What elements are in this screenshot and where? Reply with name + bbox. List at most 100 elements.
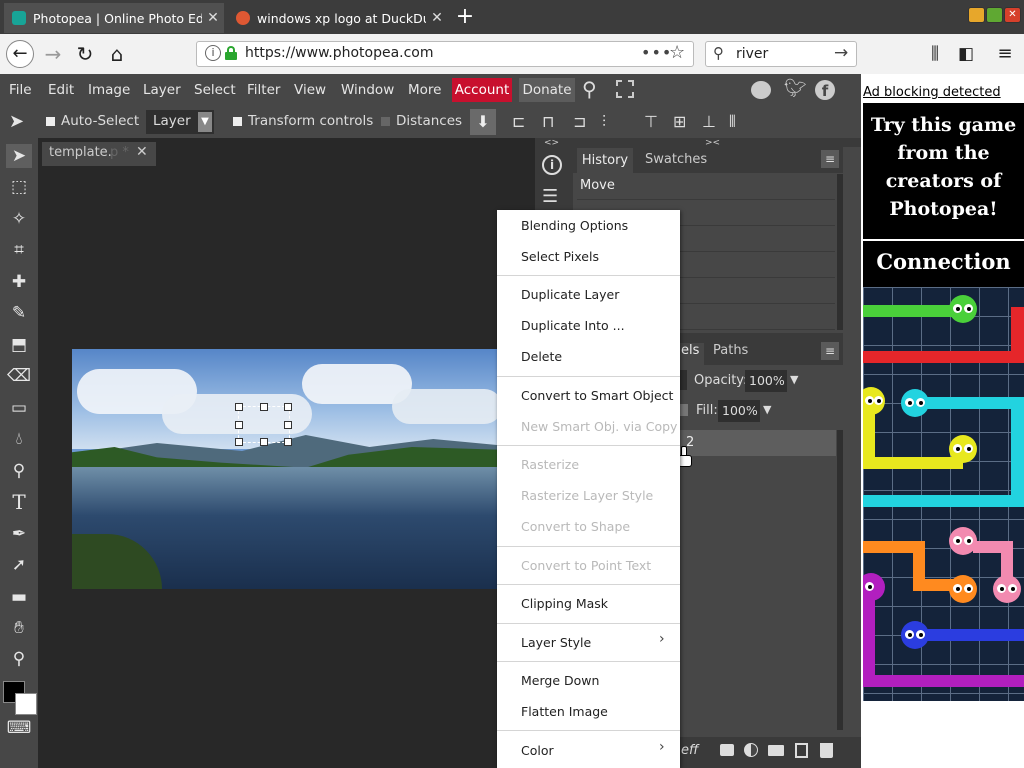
ctx-convert-smart-object[interactable]: Convert to Smart Object: [521, 386, 673, 406]
align-left-icon[interactable]: ⊏: [512, 112, 525, 131]
distribute-horizontal-icon[interactable]: ⫴: [729, 112, 736, 132]
distances-checkbox[interactable]: [381, 117, 390, 126]
bookmark-star-icon[interactable]: ☆: [669, 42, 685, 63]
tab-history[interactable]: History: [577, 148, 633, 173]
transform-controls-checkbox[interactable]: [233, 117, 242, 126]
auto-select-checkbox[interactable]: [46, 117, 55, 126]
panel-menu-icon[interactable]: ≡: [821, 150, 839, 168]
layer-mask-icon[interactable]: [720, 744, 734, 756]
ctx-select-pixels[interactable]: Select Pixels: [521, 247, 599, 267]
distribute-icon[interactable]: ⫶: [602, 112, 606, 132]
twitter-icon[interactable]: 🐦︎: [784, 78, 807, 99]
crop-tool-icon[interactable]: ⌗: [6, 238, 32, 262]
adjustments-icon[interactable]: ☰: [542, 186, 558, 207]
menu-filter[interactable]: Filter: [247, 80, 280, 100]
align-right-icon[interactable]: ⊐: [573, 112, 586, 131]
fill-input[interactable]: 100%: [718, 400, 760, 422]
background-color-swatch[interactable]: [15, 693, 37, 715]
hamburger-menu-icon[interactable]: ≡: [992, 42, 1018, 66]
history-item[interactable]: Move: [577, 174, 835, 200]
opacity-input[interactable]: 100%: [745, 370, 787, 392]
minimize-window-icon[interactable]: [968, 7, 985, 23]
forward-arrow-icon[interactable]: →: [40, 42, 66, 66]
eraser-tool-icon[interactable]: ⌫: [6, 364, 32, 388]
search-input[interactable]: river: [736, 46, 768, 62]
info-panel-icon[interactable]: i: [542, 155, 562, 175]
close-tab-icon[interactable]: ✕: [426, 10, 448, 26]
search-go-arrow-icon[interactable]: →: [834, 43, 848, 63]
fullscreen-icon[interactable]: [616, 80, 634, 98]
stamp-tool-icon[interactable]: ⬒: [6, 333, 32, 357]
close-tab-icon[interactable]: ✕: [202, 10, 224, 26]
document-tab[interactable]: template. p * ✕: [42, 142, 156, 166]
transform-handle[interactable]: [284, 421, 292, 429]
ctx-duplicate-into[interactable]: Duplicate Into ...: [521, 316, 625, 336]
address-bar[interactable]: i https://www.photopea.com ••• ☆: [196, 41, 694, 67]
collapse-arrows-icon[interactable]: <>: [544, 138, 559, 148]
hand-tool-icon[interactable]: ✋︎: [6, 616, 32, 640]
reload-icon[interactable]: ↻: [72, 42, 98, 66]
fill-chevron-icon[interactable]: ▼: [763, 403, 771, 416]
donate-button[interactable]: Donate: [519, 78, 575, 102]
river-image-layer[interactable]: [72, 349, 497, 589]
maximize-window-icon[interactable]: [986, 7, 1003, 23]
account-button[interactable]: Account: [452, 78, 512, 102]
lock-icon[interactable]: [680, 404, 688, 416]
magic-wand-icon[interactable]: ✧: [6, 207, 32, 231]
transform-handle[interactable]: [284, 403, 292, 411]
align-center-icon[interactable]: ⊓: [542, 112, 554, 131]
opacity-chevron-icon[interactable]: ▼: [790, 373, 798, 386]
brush-tool-icon[interactable]: ✎: [6, 301, 32, 325]
dodge-tool-icon[interactable]: ⚲: [6, 459, 32, 483]
shape-tool-icon[interactable]: ▬: [6, 585, 32, 609]
library-icon[interactable]: ⫼: [922, 42, 948, 66]
back-arrow-icon[interactable]: ←: [6, 40, 34, 68]
adjustment-layer-icon[interactable]: [744, 743, 758, 757]
transform-handle[interactable]: [235, 421, 243, 429]
menu-window[interactable]: Window: [341, 80, 394, 100]
download-arrow-icon[interactable]: ⬇: [470, 109, 496, 135]
ctx-duplicate-layer[interactable]: Duplicate Layer: [521, 285, 619, 305]
delete-layer-trash-icon[interactable]: [820, 743, 833, 758]
ad-blocking-link[interactable]: Ad blocking detected: [863, 85, 1001, 100]
new-tab-plus-icon[interactable]: +: [452, 5, 478, 31]
transform-handle[interactable]: [260, 403, 268, 411]
sidebar-icon[interactable]: ◧: [953, 42, 979, 66]
healing-brush-icon[interactable]: ✚: [6, 270, 32, 294]
ctx-blending-options[interactable]: Blending Options: [521, 216, 628, 236]
page-actions-icon[interactable]: •••: [641, 43, 672, 62]
history-scrollbar[interactable]: [837, 174, 843, 330]
close-document-icon[interactable]: ✕: [136, 144, 148, 160]
browser-tab-photopea[interactable]: Photopea | Online Photo Edit ✕: [4, 3, 224, 33]
facebook-icon[interactable]: f: [815, 80, 835, 100]
layers-scrollbar[interactable]: [837, 430, 843, 730]
menu-view[interactable]: View: [294, 80, 326, 100]
menu-layer[interactable]: Layer: [143, 80, 181, 100]
zoom-tool-icon[interactable]: ⚲: [6, 647, 32, 671]
menu-file[interactable]: File: [9, 80, 32, 100]
folder-icon[interactable]: [768, 745, 784, 756]
layer-row-selected[interactable]: 2: [680, 430, 836, 456]
home-icon[interactable]: ⌂: [104, 42, 130, 66]
transform-handle[interactable]: [235, 403, 243, 411]
tab-paths[interactable]: Paths: [713, 343, 748, 358]
align-top-icon[interactable]: ⊤: [644, 112, 658, 131]
blur-tool-icon[interactable]: 💧︎: [6, 427, 32, 451]
tab-swatches[interactable]: Swatches: [645, 152, 707, 167]
keyboard-icon[interactable]: ⌨: [6, 716, 32, 740]
menu-edit[interactable]: Edit: [48, 80, 74, 100]
reddit-icon[interactable]: [751, 81, 771, 99]
new-layer-icon[interactable]: [795, 743, 808, 758]
ctx-flatten-image[interactable]: Flatten Image: [521, 702, 608, 722]
transform-handle[interactable]: [284, 438, 292, 446]
game-ad-banner[interactable]: Try this game from the creators of Photo…: [863, 103, 1024, 701]
search-box[interactable]: ⚲ river →: [705, 41, 857, 67]
search-icon[interactable]: ⚲: [582, 77, 597, 101]
close-window-icon[interactable]: ✕: [1004, 7, 1021, 23]
panel-menu-icon[interactable]: ≡: [821, 342, 839, 360]
menu-more[interactable]: More: [408, 80, 441, 100]
info-icon[interactable]: i: [205, 45, 221, 61]
move-tool-icon[interactable]: ➤: [6, 144, 32, 168]
ctx-clipping-mask[interactable]: Clipping Mask: [521, 594, 608, 614]
ctx-layer-style[interactable]: Layer Style: [521, 633, 591, 653]
